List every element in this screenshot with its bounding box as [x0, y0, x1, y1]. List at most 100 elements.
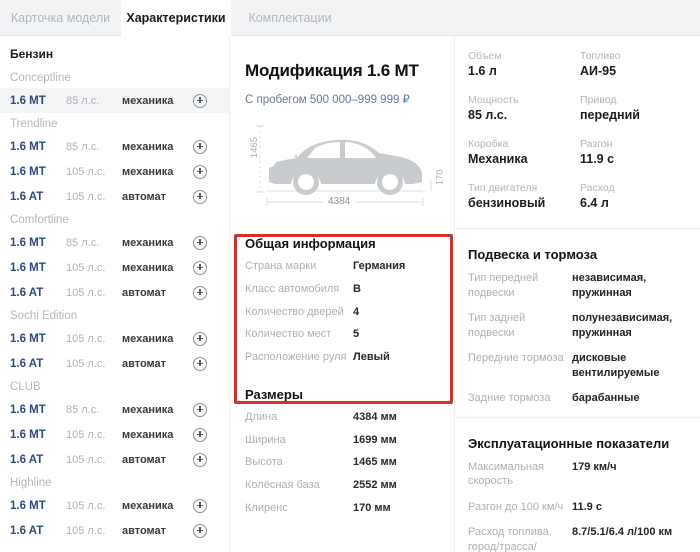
spec-value: 5 [353, 328, 360, 341]
modification-row[interactable]: 1.6 MT 85 л.с. механика [0, 88, 229, 113]
dimension-row: Высота 1465 мм [245, 456, 454, 470]
modification-row[interactable]: 1.6 MT 105 л.с. механика [0, 326, 229, 351]
length-dimension-label: 4384 [323, 196, 356, 207]
general-info-row: Страна марки Германия [245, 260, 454, 274]
modification-power: 85 л.с. [66, 94, 100, 107]
modification-row[interactable]: 1.6 MT 85 л.с. механика [0, 230, 229, 255]
plus-circle-icon[interactable] [193, 498, 207, 513]
modification-name: 1.6 AT [10, 453, 44, 466]
key-spec-label: Привод [580, 94, 617, 106]
tab-label: Характеристики [126, 11, 226, 25]
spec-key: Количество мест [245, 328, 332, 341]
fuel-type-heading: Бензин [10, 47, 54, 61]
modification-row[interactable]: 1.6 MT 105 л.с. механика [0, 493, 229, 518]
spec-key: Передние тормоза [468, 352, 564, 365]
spec-value: барабанные [572, 392, 640, 405]
specs-column: Объем 1.6 л Топливо АИ-95 Мощность 85 л.с. При… [456, 36, 700, 552]
modification-power: 105 л.с. [66, 165, 106, 178]
plus-circle-icon[interactable] [193, 164, 207, 179]
key-spec-label: Объем [468, 50, 502, 62]
modification-transmission: механика [122, 428, 174, 441]
plus-circle-icon[interactable] [193, 402, 207, 417]
plus-circle-icon[interactable] [193, 189, 207, 204]
trim-group-label: Trendline [10, 118, 58, 130]
modification-row[interactable]: 1.6 AT 105 л.с. автомат [0, 518, 229, 543]
plus-circle-icon[interactable] [193, 235, 207, 250]
spec-key: Расход топлива, город/трасса/смешанный [468, 526, 552, 552]
suspension-brakes-section: Подвеска и тормоза Тип передней подвески… [456, 229, 700, 406]
key-spec: Привод передний [580, 94, 700, 122]
modifications-sidebar[interactable]: Бензин Conceptline 1.6 MT 85 л.с. механика T… [0, 36, 230, 552]
modification-power: 105 л.с. [66, 453, 106, 466]
modification-power: 105 л.с. [66, 332, 106, 345]
modification-name: 1.6 MT [10, 261, 46, 274]
plus-circle-icon[interactable] [193, 523, 207, 538]
price-amount[interactable]: 500 000–999 999 ₽ [310, 94, 410, 106]
characteristics-page: Карточка модели Характеристики Комплекта… [0, 0, 700, 552]
key-spec-label: Тип двигателя [468, 182, 538, 194]
modification-transmission: автомат [122, 453, 167, 466]
modification-transmission: механика [122, 165, 174, 178]
spec-value: независимая, пружинная [572, 272, 647, 299]
suspension-row: Передние тормоза дисковые вентилируемые [468, 351, 700, 380]
spec-value: B [353, 282, 361, 295]
modification-row[interactable]: 1.6 MT 105 л.с. механика [0, 422, 229, 447]
spec-value: полунезависимая, пружинная [572, 312, 673, 339]
general-info-row: Расположение руля Левый [245, 351, 454, 365]
tab-characteristics[interactable]: Характеристики [121, 0, 231, 36]
plus-circle-icon[interactable] [193, 285, 207, 300]
modification-row[interactable]: 1.6 MT 85 л.с. механика [0, 397, 229, 422]
modification-power: 105 л.с. [66, 428, 106, 441]
key-spec: Расход 6.4 л [580, 182, 700, 210]
plus-circle-icon[interactable] [193, 331, 207, 346]
modification-row[interactable]: 1.6 MT 105 л.с. механика [0, 159, 229, 184]
modification-transmission: механика [122, 403, 174, 416]
modification-row[interactable]: 1.6 AT 105 л.с. автомат [0, 184, 229, 209]
suspension-brakes-rows: Тип передней подвески независимая, пружин… [468, 271, 700, 406]
price-range: С пробегом 500 000–999 999 ₽ [231, 81, 454, 106]
modification-row[interactable]: 1.6 MT 105 л.с. механика [0, 255, 229, 280]
trim-group-label: Highline [10, 477, 52, 489]
key-spec: Объем 1.6 л [468, 50, 580, 78]
modification-name: 1.6 AT [10, 286, 44, 299]
spec-value: 4384 мм [353, 410, 397, 423]
spec-value: 4 [353, 305, 360, 318]
plus-circle-icon[interactable] [193, 139, 207, 154]
key-spec: Тип двигателя бензиновый [468, 182, 580, 210]
spec-key: Количество дверей [245, 305, 344, 318]
plus-circle-icon[interactable] [193, 356, 207, 371]
modification-name: 1.6 AT [10, 190, 44, 203]
spec-value: 11.9 с [572, 500, 602, 513]
dimension-row: Ширина 1699 мм [245, 434, 454, 448]
trim-group-list: Conceptline 1.6 MT 85 л.с. механика Trendlin… [0, 67, 229, 543]
modification-transmission: автомат [122, 190, 167, 203]
plus-circle-icon[interactable] [193, 260, 207, 275]
tab-model-card[interactable]: Карточка модели [0, 0, 121, 36]
modification-row[interactable]: 1.6 AT 105 л.с. автомат [0, 351, 229, 376]
tab-label: Карточка модели [10, 11, 111, 25]
modification-name: 1.6 MT [10, 236, 46, 249]
page-footnote: На странице использованы материалы, [0, 543, 229, 552]
plus-circle-icon[interactable] [193, 427, 207, 442]
spec-key: Тип передней подвески [468, 272, 539, 299]
modification-name: 1.6 MT [10, 499, 46, 512]
key-spec-label: Расход [580, 182, 615, 194]
key-spec-label: Мощность [468, 94, 519, 106]
modification-row[interactable]: 1.6 AT 105 л.с. автомат [0, 447, 229, 472]
key-spec-value: 1.6 л [468, 64, 497, 78]
spec-value: Германия [353, 260, 406, 272]
spec-key: Разгон до 100 км/ч [468, 500, 564, 513]
modification-name: 1.6 MT [10, 332, 46, 345]
modification-row[interactable]: 1.6 MT 85 л.с. механика [0, 134, 229, 159]
performance-title: Эксплуатационные показатели [468, 435, 670, 451]
tab-bar: Карточка модели Характеристики Комплекта… [0, 0, 700, 36]
key-spec-label: Топливо [580, 50, 621, 62]
spec-key: Клиренс [245, 501, 288, 514]
key-spec-value: АИ-95 [580, 64, 617, 78]
modification-power: 105 л.с. [66, 357, 106, 370]
plus-circle-icon[interactable] [193, 452, 207, 467]
modification-row[interactable]: 1.6 AT 105 л.с. автомат [0, 280, 229, 305]
tab-trim-levels[interactable]: Комплектации [231, 0, 349, 36]
modification-name: 1.6 AT [10, 524, 44, 537]
plus-circle-icon[interactable] [193, 93, 207, 108]
